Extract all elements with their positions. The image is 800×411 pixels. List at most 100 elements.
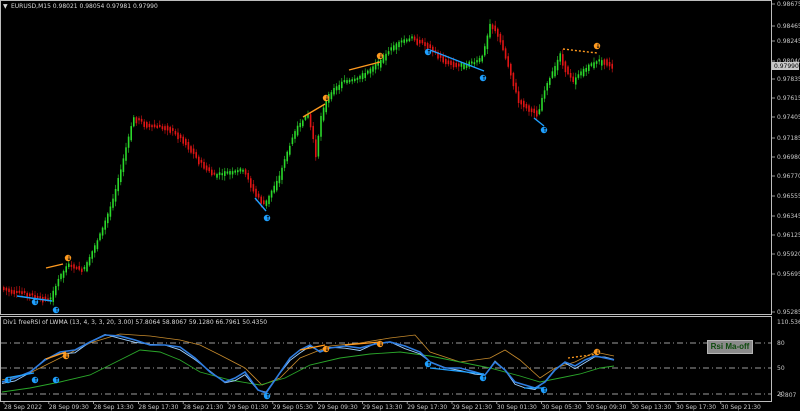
candle-body [603, 59, 606, 65]
candle-body [361, 73, 364, 80]
candle-body [403, 39, 405, 43]
rsi-ma-toggle-button[interactable]: Rsi Ma-off [707, 340, 753, 354]
candle-body [515, 82, 517, 93]
candle-body [593, 62, 595, 69]
price-tick-label: 0.95920 [777, 251, 800, 258]
time-tick-label: 29 Sep 01:30 [228, 404, 268, 411]
svg-text:↓: ↓ [64, 353, 69, 360]
time-tick-label: 30 Sep 09:30 [586, 404, 626, 411]
price-chart-panel[interactable] [0, 0, 772, 315]
candle-body [8, 288, 10, 293]
candle-body [114, 188, 117, 202]
candle-body [52, 290, 54, 302]
candle-body [83, 266, 86, 270]
candle-body [455, 62, 457, 67]
candle-body [247, 172, 249, 180]
candle-body [239, 168, 242, 172]
candle-body [580, 71, 582, 76]
price-tick-label: 0.96125 [777, 232, 800, 239]
candle-body [372, 66, 374, 72]
collapse-triangle-icon[interactable]: ▼ [3, 3, 8, 10]
candle-body [164, 126, 166, 131]
sell-arrow-icon: ↓ [64, 254, 71, 262]
candle-body [104, 220, 106, 230]
candle-body [172, 128, 174, 131]
sell-arrow-icon: ↓ [322, 345, 329, 353]
sell-arrow-icon: ↓ [593, 42, 600, 50]
svg-text:↓: ↓ [66, 255, 71, 262]
candle-body [387, 51, 390, 55]
candle-body [55, 285, 57, 296]
candle-body [398, 41, 400, 48]
candle-body [309, 114, 312, 128]
candle-body [226, 171, 229, 174]
candle-body [146, 121, 148, 128]
candle-body [148, 123, 151, 128]
svg-text:↓: ↓ [378, 53, 383, 60]
time-tick-label: 29 Sep 17:30 [407, 404, 447, 411]
candle-body [507, 56, 509, 67]
candle-body [439, 54, 442, 58]
candle-body [374, 63, 377, 70]
candle-body [452, 61, 455, 68]
candle-body [302, 120, 304, 127]
candle-body [497, 28, 499, 37]
svg-text:↑: ↑ [481, 75, 486, 82]
candle-body [346, 80, 348, 84]
candle-body [273, 185, 275, 193]
candle-body [120, 169, 122, 183]
candle-body [471, 61, 473, 64]
candle-body [341, 81, 343, 89]
buy-arrow-icon: ↑ [31, 298, 38, 306]
candle-body [611, 63, 613, 69]
candle-body [192, 148, 195, 154]
price-tick-label: 0.96345 [777, 213, 800, 220]
candle-body [200, 159, 203, 163]
candle-body [94, 245, 96, 253]
indicator-tick-label: 80 [777, 340, 785, 347]
candle-body [39, 296, 41, 299]
candle-body [70, 264, 73, 267]
candle-body [109, 206, 112, 217]
price-tick-label: 0.96980 [777, 154, 800, 161]
candle-body [541, 97, 543, 111]
time-tick-label: 29 Sep 21:30 [452, 404, 492, 411]
candle-body [179, 134, 182, 139]
svg-text:↓: ↓ [324, 95, 329, 102]
candle-body [533, 108, 535, 113]
svg-text:↑: ↑ [33, 377, 38, 384]
candle-body [429, 44, 431, 49]
svg-text:↑: ↑ [33, 299, 38, 306]
svg-text:↑: ↑ [6, 377, 11, 384]
candle-body [60, 273, 62, 280]
candle-body [296, 125, 299, 136]
svg-text:↑: ↑ [426, 49, 431, 56]
candle-body [57, 278, 60, 287]
candle-body [270, 190, 273, 198]
candle-body [198, 156, 200, 165]
time-tick-label: 28 Sep 2022 [4, 404, 42, 411]
chart-window[interactable]: ▼ EURUSD,M15 0.98021 0.98054 0.97981 0.9… [0, 0, 800, 411]
candle-body [68, 263, 70, 268]
candle-body [151, 125, 153, 128]
candle-body [606, 59, 608, 66]
candle-body [458, 63, 460, 67]
candle-body [517, 91, 520, 104]
price-tick-label: 0.96770 [777, 173, 800, 180]
candle-body [393, 45, 395, 51]
candle-body [330, 92, 333, 100]
candle-body [348, 79, 351, 83]
candle-body [283, 159, 286, 168]
buy-arrow-icon: ↑ [540, 126, 547, 134]
candle-body [159, 124, 161, 127]
candle-body [224, 171, 226, 176]
candle-body [416, 38, 418, 45]
candle-body [211, 169, 213, 176]
candle-body [590, 63, 593, 66]
candle-body [538, 109, 541, 115]
candle-body [601, 60, 603, 66]
indicator-panel[interactable] [0, 316, 772, 402]
candle-body [577, 74, 580, 78]
candle-body [237, 170, 239, 173]
candle-body [122, 158, 125, 173]
